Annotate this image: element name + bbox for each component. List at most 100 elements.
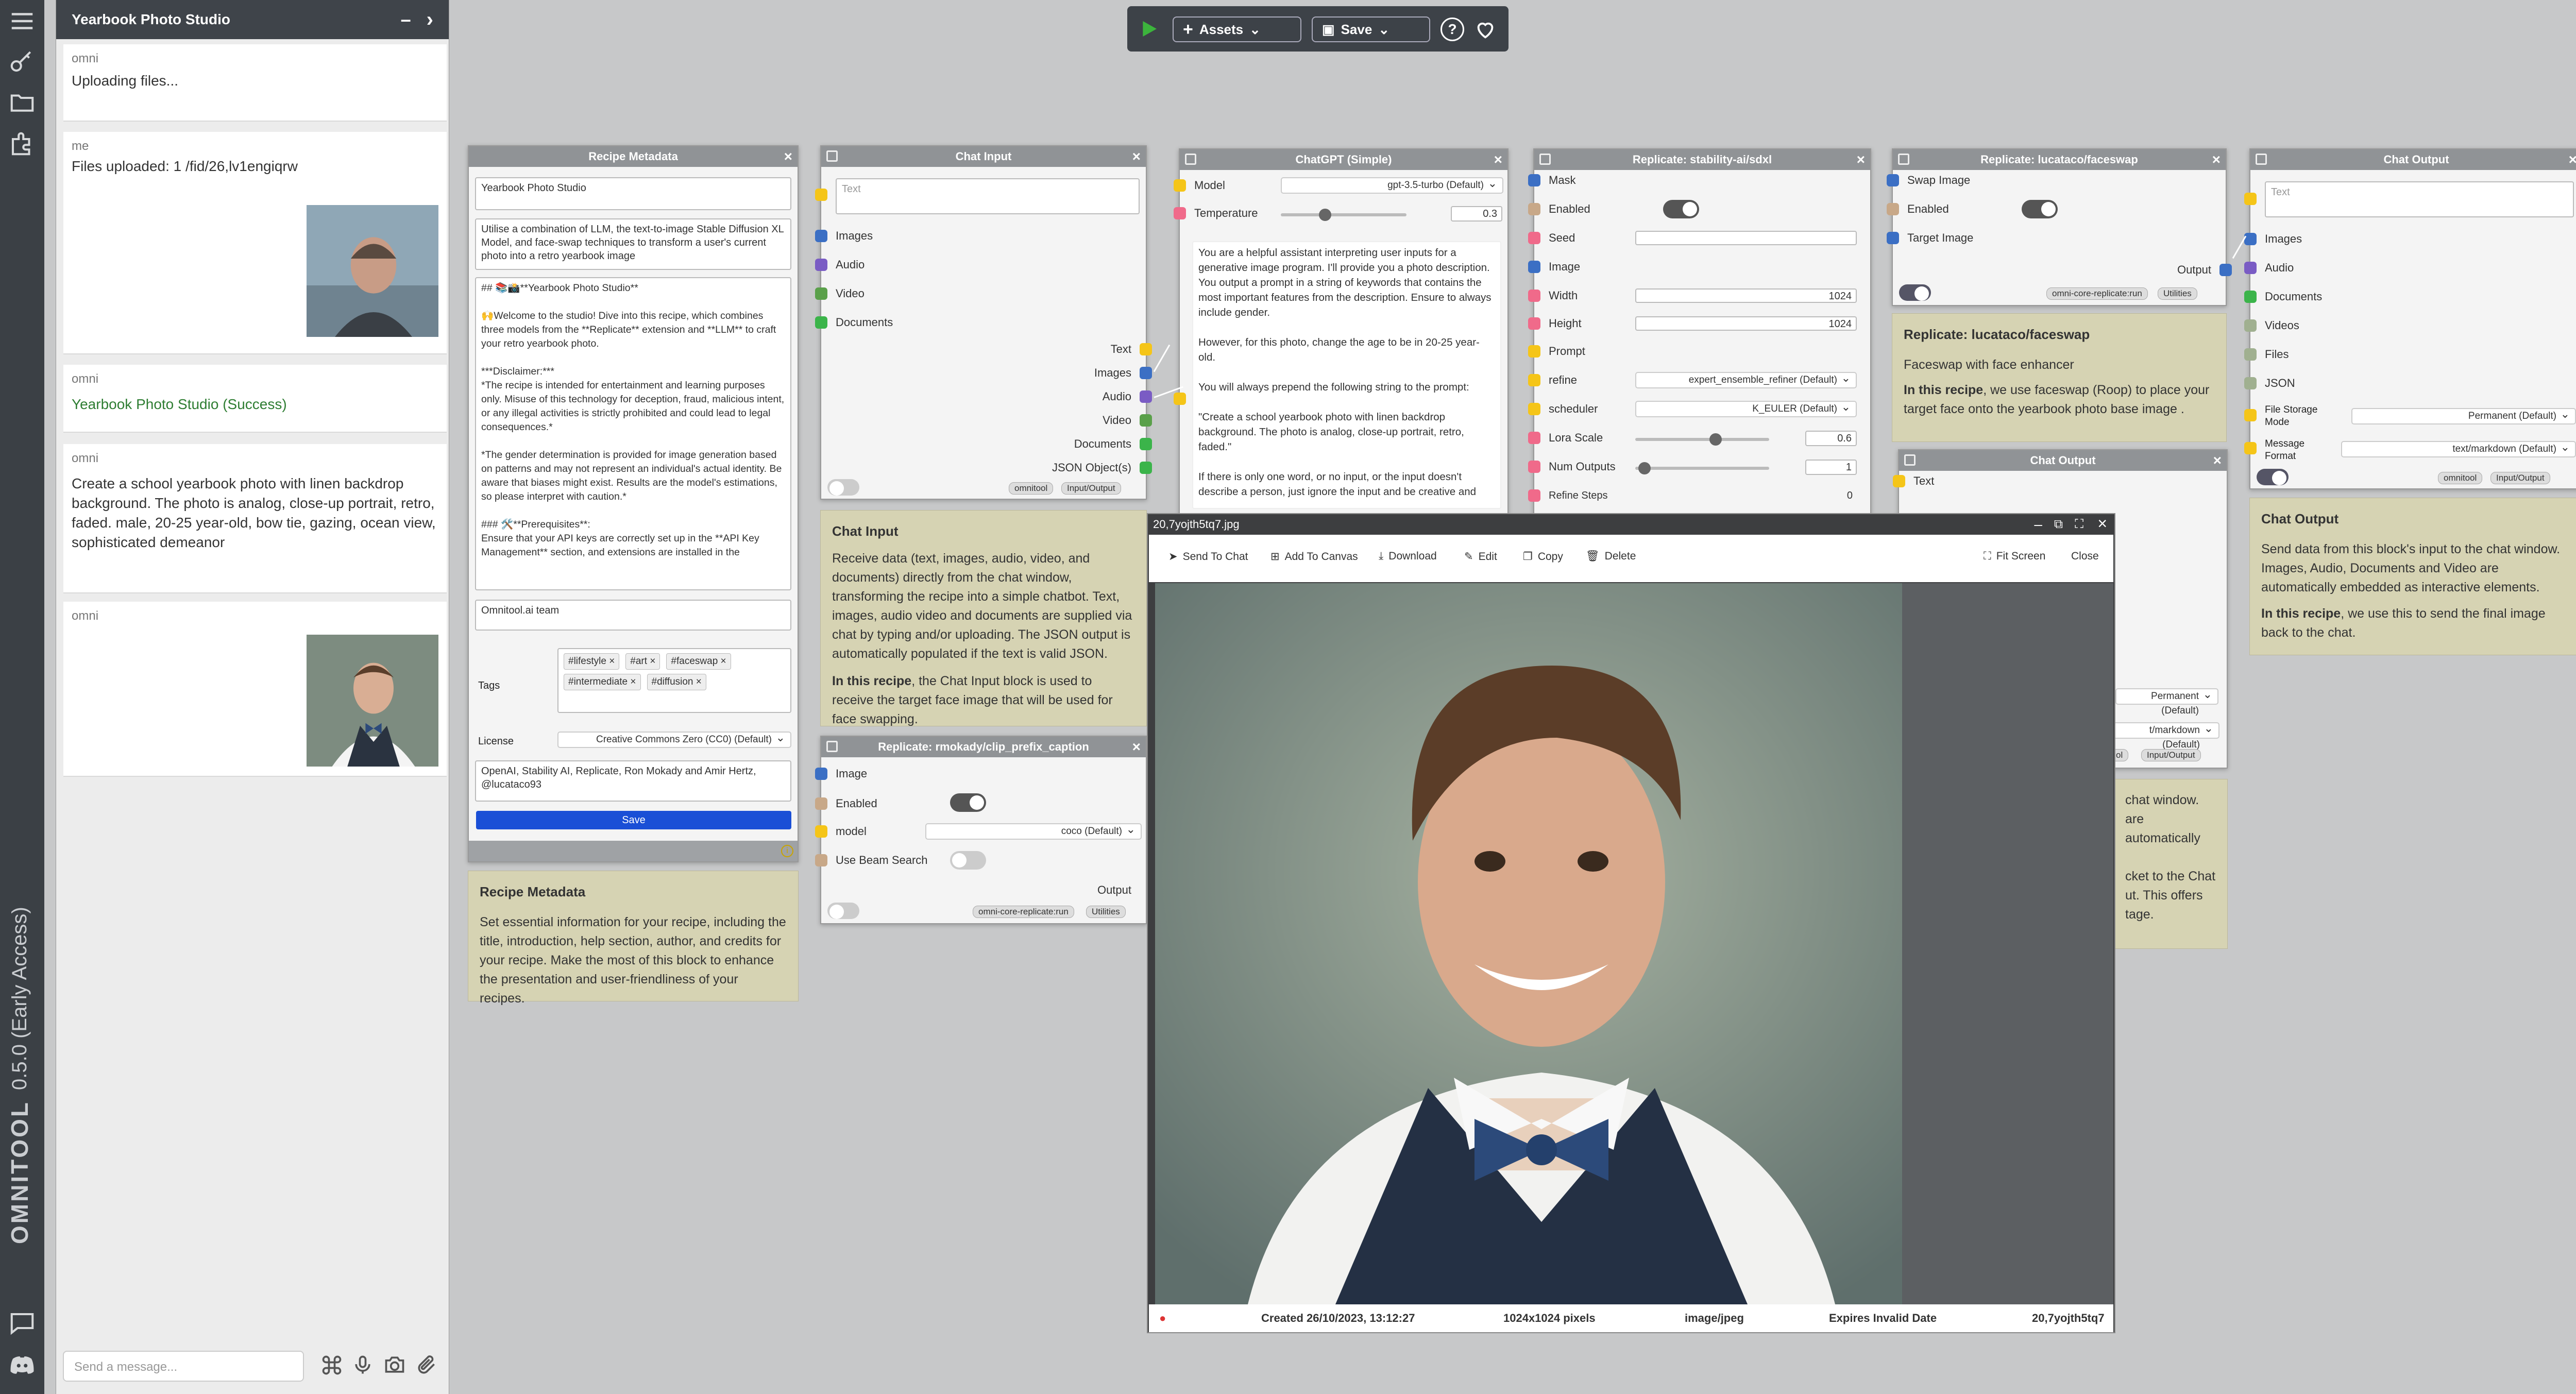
text-input-socket[interactable] <box>1893 475 1905 487</box>
storage-mode-select[interactable]: Permanent (Default) <box>2115 687 2218 716</box>
attachment-icon[interactable] <box>415 1354 438 1376</box>
refine-steps-input-socket[interactable] <box>1528 489 1540 502</box>
prompt-input-socket[interactable] <box>1174 393 1186 405</box>
enabled-toggle[interactable] <box>2022 200 2058 218</box>
copy-icon[interactable] <box>826 741 838 752</box>
height-input-socket[interactable] <box>1528 317 1540 330</box>
seed-field[interactable] <box>1635 231 1857 245</box>
minimize-icon[interactable]: – <box>2034 514 2042 535</box>
slider-knob[interactable] <box>1709 433 1722 446</box>
recipe-name-field[interactable]: Yearbook Photo Studio <box>475 177 791 210</box>
restore-icon[interactable]: ⧉ <box>2054 514 2063 535</box>
enabled-input-socket[interactable] <box>1528 203 1540 215</box>
height-field[interactable]: 1024 <box>1635 316 1857 331</box>
discord-icon[interactable] <box>8 1352 36 1380</box>
tag-chip[interactable]: #diffusion × <box>647 674 706 690</box>
image-input-socket[interactable] <box>815 768 827 780</box>
tag-chip[interactable]: #lifestyle × <box>564 653 620 670</box>
chat-output-text-field[interactable]: Text <box>2265 181 2574 217</box>
prompt-input-socket[interactable] <box>1528 345 1540 358</box>
copy-icon[interactable] <box>1898 154 1909 165</box>
system-prompt-field[interactable]: You are a helpful assistant interpreting… <box>1192 241 1501 509</box>
node-header[interactable]: Replicate: rmokady/clip_prefix_caption × <box>821 737 1146 757</box>
minimize-icon[interactable]: – <box>401 9 411 30</box>
recipe-help-field[interactable]: ## 📚📸**Yearbook Photo Studio** 🙌Welcome … <box>475 277 791 590</box>
viewer-titlebar[interactable]: 20,7yojth5tq7.jpg – ⧉ ⛶ × <box>1148 514 2114 535</box>
chat-message-input[interactable]: Send a message... <box>63 1351 304 1382</box>
audio-output-socket[interactable] <box>1140 390 1152 403</box>
save-button[interactable]: ▣ Save ⌄ <box>1312 16 1430 42</box>
text-input-socket[interactable] <box>2244 193 2257 205</box>
extensions-icon[interactable] <box>8 130 36 158</box>
close-icon[interactable]: × <box>1132 146 1141 167</box>
tag-chip[interactable]: #art × <box>625 653 660 670</box>
node-header[interactable]: ChatGPT (Simple) × <box>1180 149 1507 170</box>
uploaded-photo-thumbnail[interactable] <box>306 204 439 338</box>
download-button[interactable]: ⤓ Download <box>1379 550 1437 563</box>
close-icon[interactable]: × <box>1132 737 1141 757</box>
run-play-icon[interactable] <box>1139 19 1159 39</box>
audio-input-socket[interactable] <box>815 259 827 271</box>
temperature-slider[interactable] <box>1281 209 1406 221</box>
json-input-socket[interactable] <box>2244 377 2257 389</box>
model-input-socket[interactable] <box>815 825 827 838</box>
copy-icon[interactable] <box>2256 154 2267 165</box>
enable-toggle[interactable] <box>827 479 859 496</box>
add-to-canvas-button[interactable]: ⊞ Add To Canvas <box>1270 550 1358 563</box>
node-header[interactable]: Chat Output × <box>1899 450 2227 471</box>
enabled-input-socket[interactable] <box>815 797 827 810</box>
tag-chip[interactable]: #intermediate × <box>564 674 641 690</box>
images-output-socket[interactable] <box>1140 367 1152 379</box>
close-icon[interactable]: × <box>2213 450 2222 471</box>
node-enable-toggle[interactable] <box>827 903 859 919</box>
enabled-toggle[interactable] <box>1663 200 1699 218</box>
json-output-socket[interactable] <box>1140 462 1152 474</box>
node-header[interactable]: Replicate: stability-ai/sdxl × <box>1534 149 1870 170</box>
delete-button[interactable]: 🗑 Delete <box>1586 550 1636 563</box>
node-enable-toggle[interactable] <box>2257 469 2289 485</box>
refine-input-socket[interactable] <box>1528 374 1540 386</box>
help-icon[interactable]: ? <box>1440 18 1464 41</box>
license-select[interactable]: Creative Commons Zero (CC0) (Default) <box>557 730 791 748</box>
node-header[interactable]: Replicate: lucataco/faceswap × <box>1893 149 2226 170</box>
close-icon[interactable]: × <box>2569 149 2576 170</box>
maximize-icon[interactable]: ⛶ <box>2075 514 2083 535</box>
node-header[interactable]: Recipe Metadata × <box>469 146 798 167</box>
storage-mode-select[interactable]: Permanent (Default) <box>2351 407 2576 424</box>
microphone-icon[interactable] <box>351 1354 374 1376</box>
image-input-socket[interactable] <box>1528 261 1540 273</box>
slider-knob[interactable] <box>1319 209 1331 221</box>
seed-input-socket[interactable] <box>1528 232 1540 244</box>
files-input-socket[interactable] <box>2244 348 2257 361</box>
node-header[interactable]: Chat Input × <box>821 146 1146 167</box>
menu-icon[interactable] <box>8 7 36 35</box>
documents-input-socket[interactable] <box>2244 291 2257 303</box>
recipe-success-link[interactable]: Yearbook Photo Studio (Success) <box>72 395 438 414</box>
documents-output-socket[interactable] <box>1140 438 1152 450</box>
recipe-save-button[interactable]: Save <box>476 811 791 829</box>
generated-photo-thumbnail[interactable] <box>306 634 439 768</box>
width-input-socket[interactable] <box>1528 290 1540 302</box>
target-image-input-socket[interactable] <box>1887 232 1899 244</box>
lora-scale-value[interactable]: 0.6 <box>1805 431 1857 446</box>
tags-field[interactable]: #lifestyle × #art × #faceswap × #intermedia… <box>557 648 791 713</box>
video-input-socket[interactable] <box>815 287 827 300</box>
send-to-chat-button[interactable]: ➤ Send To Chat <box>1168 550 1248 563</box>
temperature-input-socket[interactable] <box>1174 207 1186 219</box>
videos-input-socket[interactable] <box>2244 319 2257 332</box>
chevron-right-icon[interactable]: › <box>427 8 433 31</box>
model-input-socket[interactable] <box>1174 179 1186 192</box>
copy-icon[interactable] <box>1539 154 1551 165</box>
model-select[interactable]: coco (Default) <box>925 822 1142 840</box>
copy-icon[interactable] <box>1185 154 1196 165</box>
copy-icon[interactable] <box>1904 454 1916 466</box>
num-outputs-slider[interactable] <box>1635 462 1769 474</box>
favorite-heart-icon[interactable] <box>1473 18 1497 41</box>
images-input-socket[interactable] <box>815 230 827 242</box>
enabled-toggle[interactable] <box>950 793 986 812</box>
num-outputs-value[interactable]: 1 <box>1805 460 1857 475</box>
images-input-socket[interactable] <box>2244 233 2257 245</box>
shortcut-icon[interactable] <box>320 1354 343 1376</box>
width-field[interactable]: 1024 <box>1635 288 1857 303</box>
chat-bubble-icon[interactable] <box>8 1310 36 1337</box>
